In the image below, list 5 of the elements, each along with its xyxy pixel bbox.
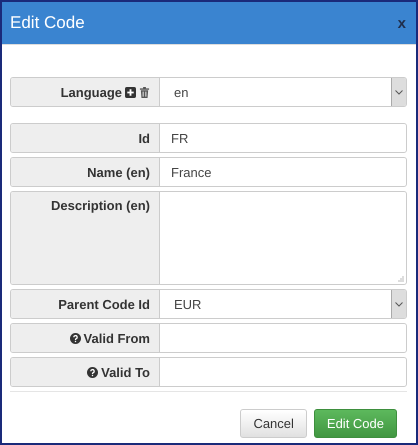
resize-grip-icon[interactable] (398, 276, 404, 282)
field-label: Description (en) (51, 198, 150, 213)
close-button[interactable]: x (396, 14, 408, 32)
dialog-title: Edit Code (10, 13, 85, 33)
cancel-button[interactable]: Cancel (240, 409, 307, 438)
